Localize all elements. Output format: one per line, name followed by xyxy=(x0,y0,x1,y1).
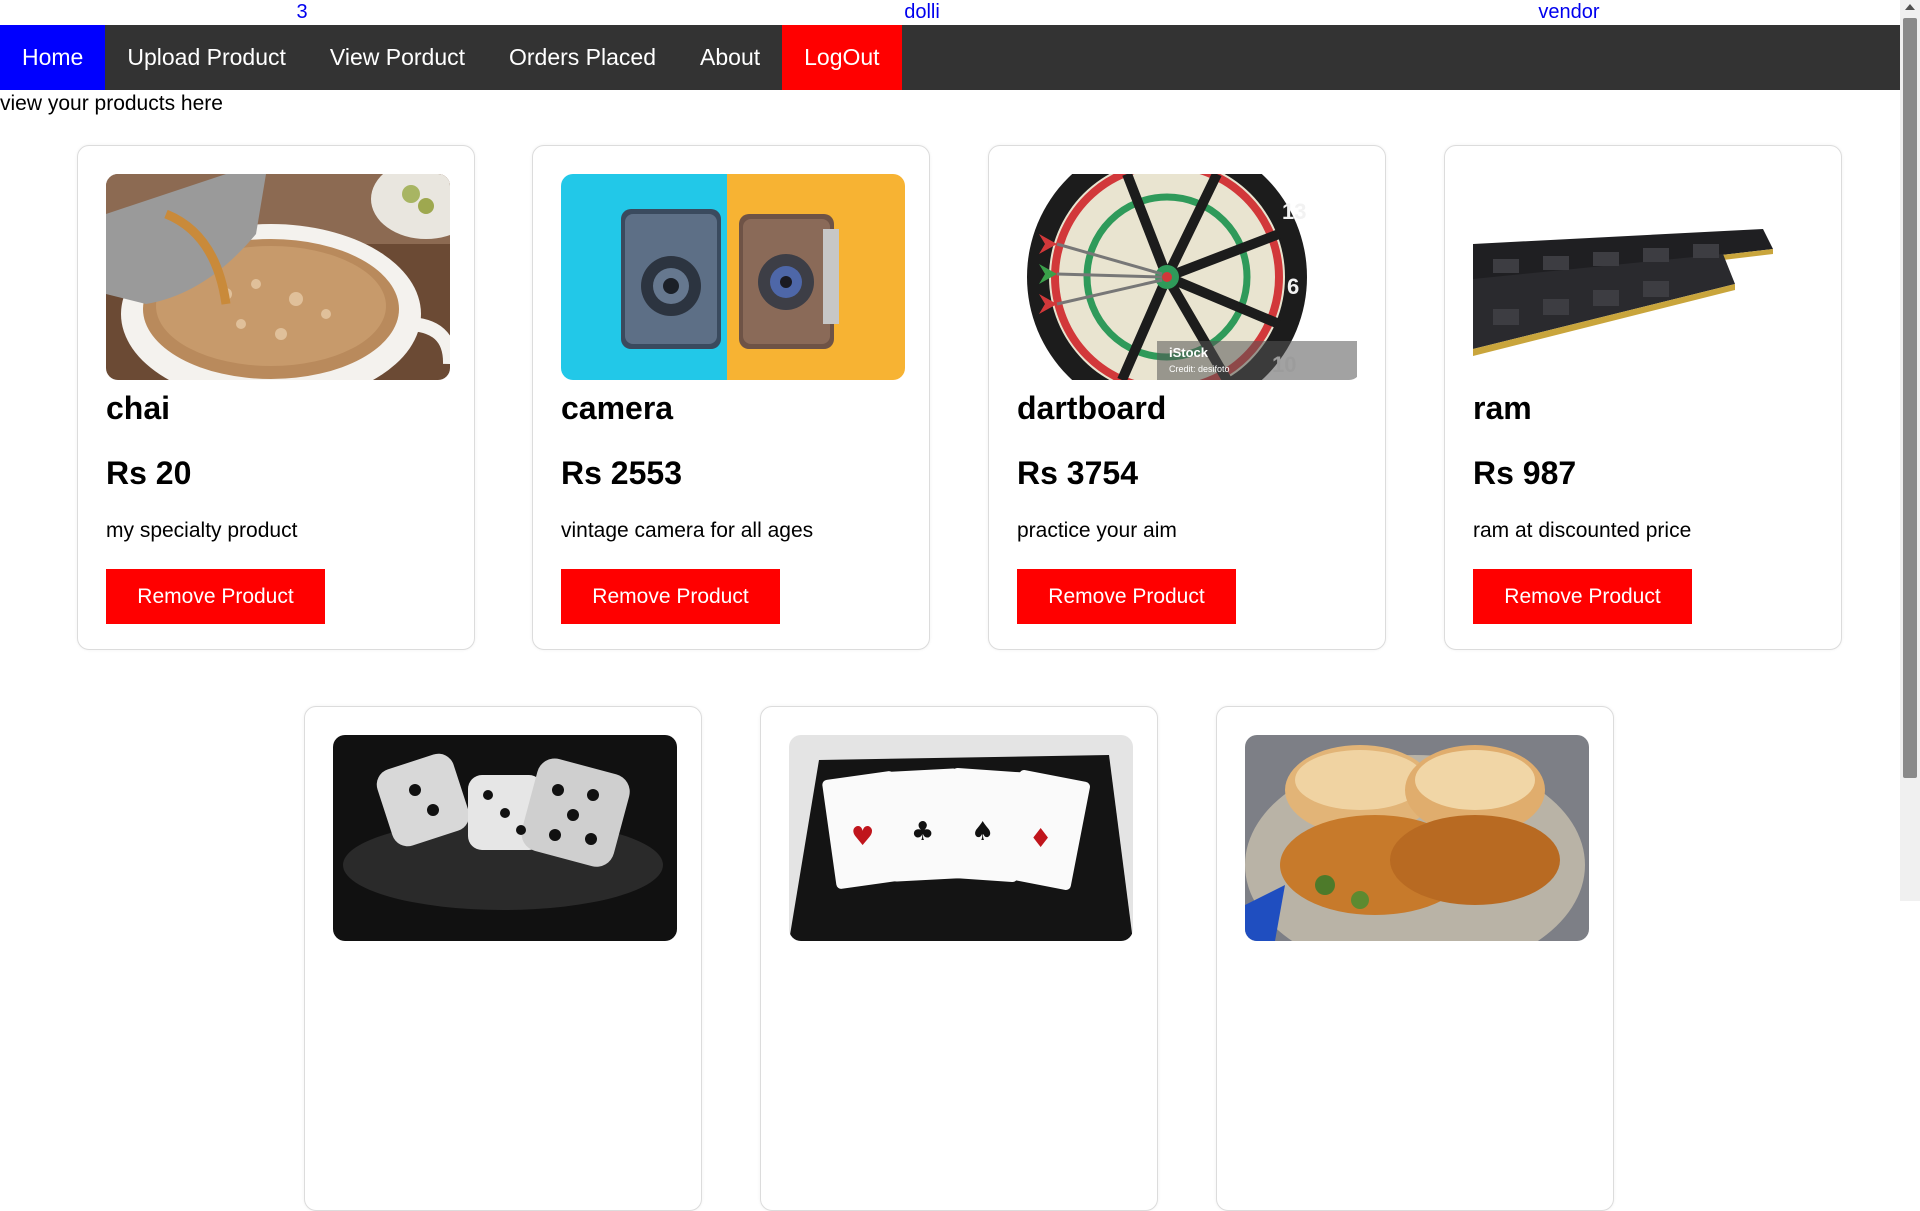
svg-text:♣: ♣ xyxy=(911,817,934,847)
cards-image: ♥ ♣ ♠ ♦ xyxy=(789,735,1133,941)
nav-logout[interactable]: LogOut xyxy=(782,25,902,90)
cart-count[interactable]: 3 xyxy=(296,0,307,24)
camera-image xyxy=(561,174,905,380)
product-card: ram Rs 987 ram at discounted price Remov… xyxy=(1444,145,1842,650)
product-card: ♥ ♣ ♠ ♦ xyxy=(760,706,1158,1211)
product-price: Rs 20 xyxy=(106,455,192,491)
svg-text:13: 13 xyxy=(1282,199,1306,224)
product-price: Rs 3754 xyxy=(1017,455,1138,491)
product-name: ram xyxy=(1473,390,1532,426)
scrollbar-thumb[interactable] xyxy=(1903,18,1917,778)
product-description: vintage camera for all ages xyxy=(561,519,814,542)
product-card xyxy=(304,706,702,1211)
page-intro: view your products here xyxy=(0,92,223,115)
product-name: chai xyxy=(106,390,171,426)
watermark-credit: Credit: desifoto xyxy=(1169,364,1230,374)
product-description: my specialty product xyxy=(106,519,298,542)
dice-image xyxy=(333,735,677,941)
product-price: Rs 2553 xyxy=(561,455,682,491)
nav-upload-product[interactable]: Upload Product xyxy=(105,25,308,90)
remove-product-button[interactable]: Remove Product xyxy=(1473,569,1692,624)
svg-text:♠: ♠ xyxy=(971,817,994,847)
nav-orders-placed[interactable]: Orders Placed xyxy=(487,25,678,90)
product-description: ram at discounted price xyxy=(1473,519,1692,542)
svg-text:♥: ♥ xyxy=(851,822,874,852)
remove-product-button[interactable]: Remove Product xyxy=(106,569,325,624)
product-price: Rs 987 xyxy=(1473,455,1577,491)
product-card xyxy=(1216,706,1614,1211)
svg-text:6: 6 xyxy=(1287,274,1299,299)
product-card: camera Rs 2553 vintage camera for all ag… xyxy=(532,145,930,650)
user-info-bar: 3 dolli vendor xyxy=(0,0,1900,25)
vertical-scrollbar[interactable] xyxy=(1900,0,1920,901)
vadapav-image xyxy=(1245,735,1589,941)
product-name: dartboard xyxy=(1017,390,1167,426)
navbar: Home Upload Product View Porduct Orders … xyxy=(0,25,1900,90)
remove-product-button[interactable]: Remove Product xyxy=(1017,569,1236,624)
chai-image xyxy=(106,174,450,380)
user-role[interactable]: vendor xyxy=(1538,0,1599,24)
product-description: practice your aim xyxy=(1017,519,1177,542)
product-card: 13 6 10 iStock Credit: desifoto dartboar… xyxy=(988,145,1386,650)
product-name: camera xyxy=(561,390,674,426)
remove-product-button[interactable]: Remove Product xyxy=(561,569,780,624)
scroll-up-arrow-icon[interactable] xyxy=(1905,4,1915,10)
nav-about[interactable]: About xyxy=(678,25,782,90)
svg-text:♦: ♦ xyxy=(1029,824,1052,854)
nav-home[interactable]: Home xyxy=(0,25,106,90)
username[interactable]: dolli xyxy=(904,0,940,24)
ram-image xyxy=(1473,174,1817,380)
dartboard-image: 13 6 10 iStock Credit: desifoto xyxy=(1017,174,1361,380)
product-card: chai Rs 20 my specialty product Remove P… xyxy=(77,145,475,650)
watermark-text: iStock xyxy=(1169,345,1209,360)
nav-view-product[interactable]: View Porduct xyxy=(308,25,487,90)
